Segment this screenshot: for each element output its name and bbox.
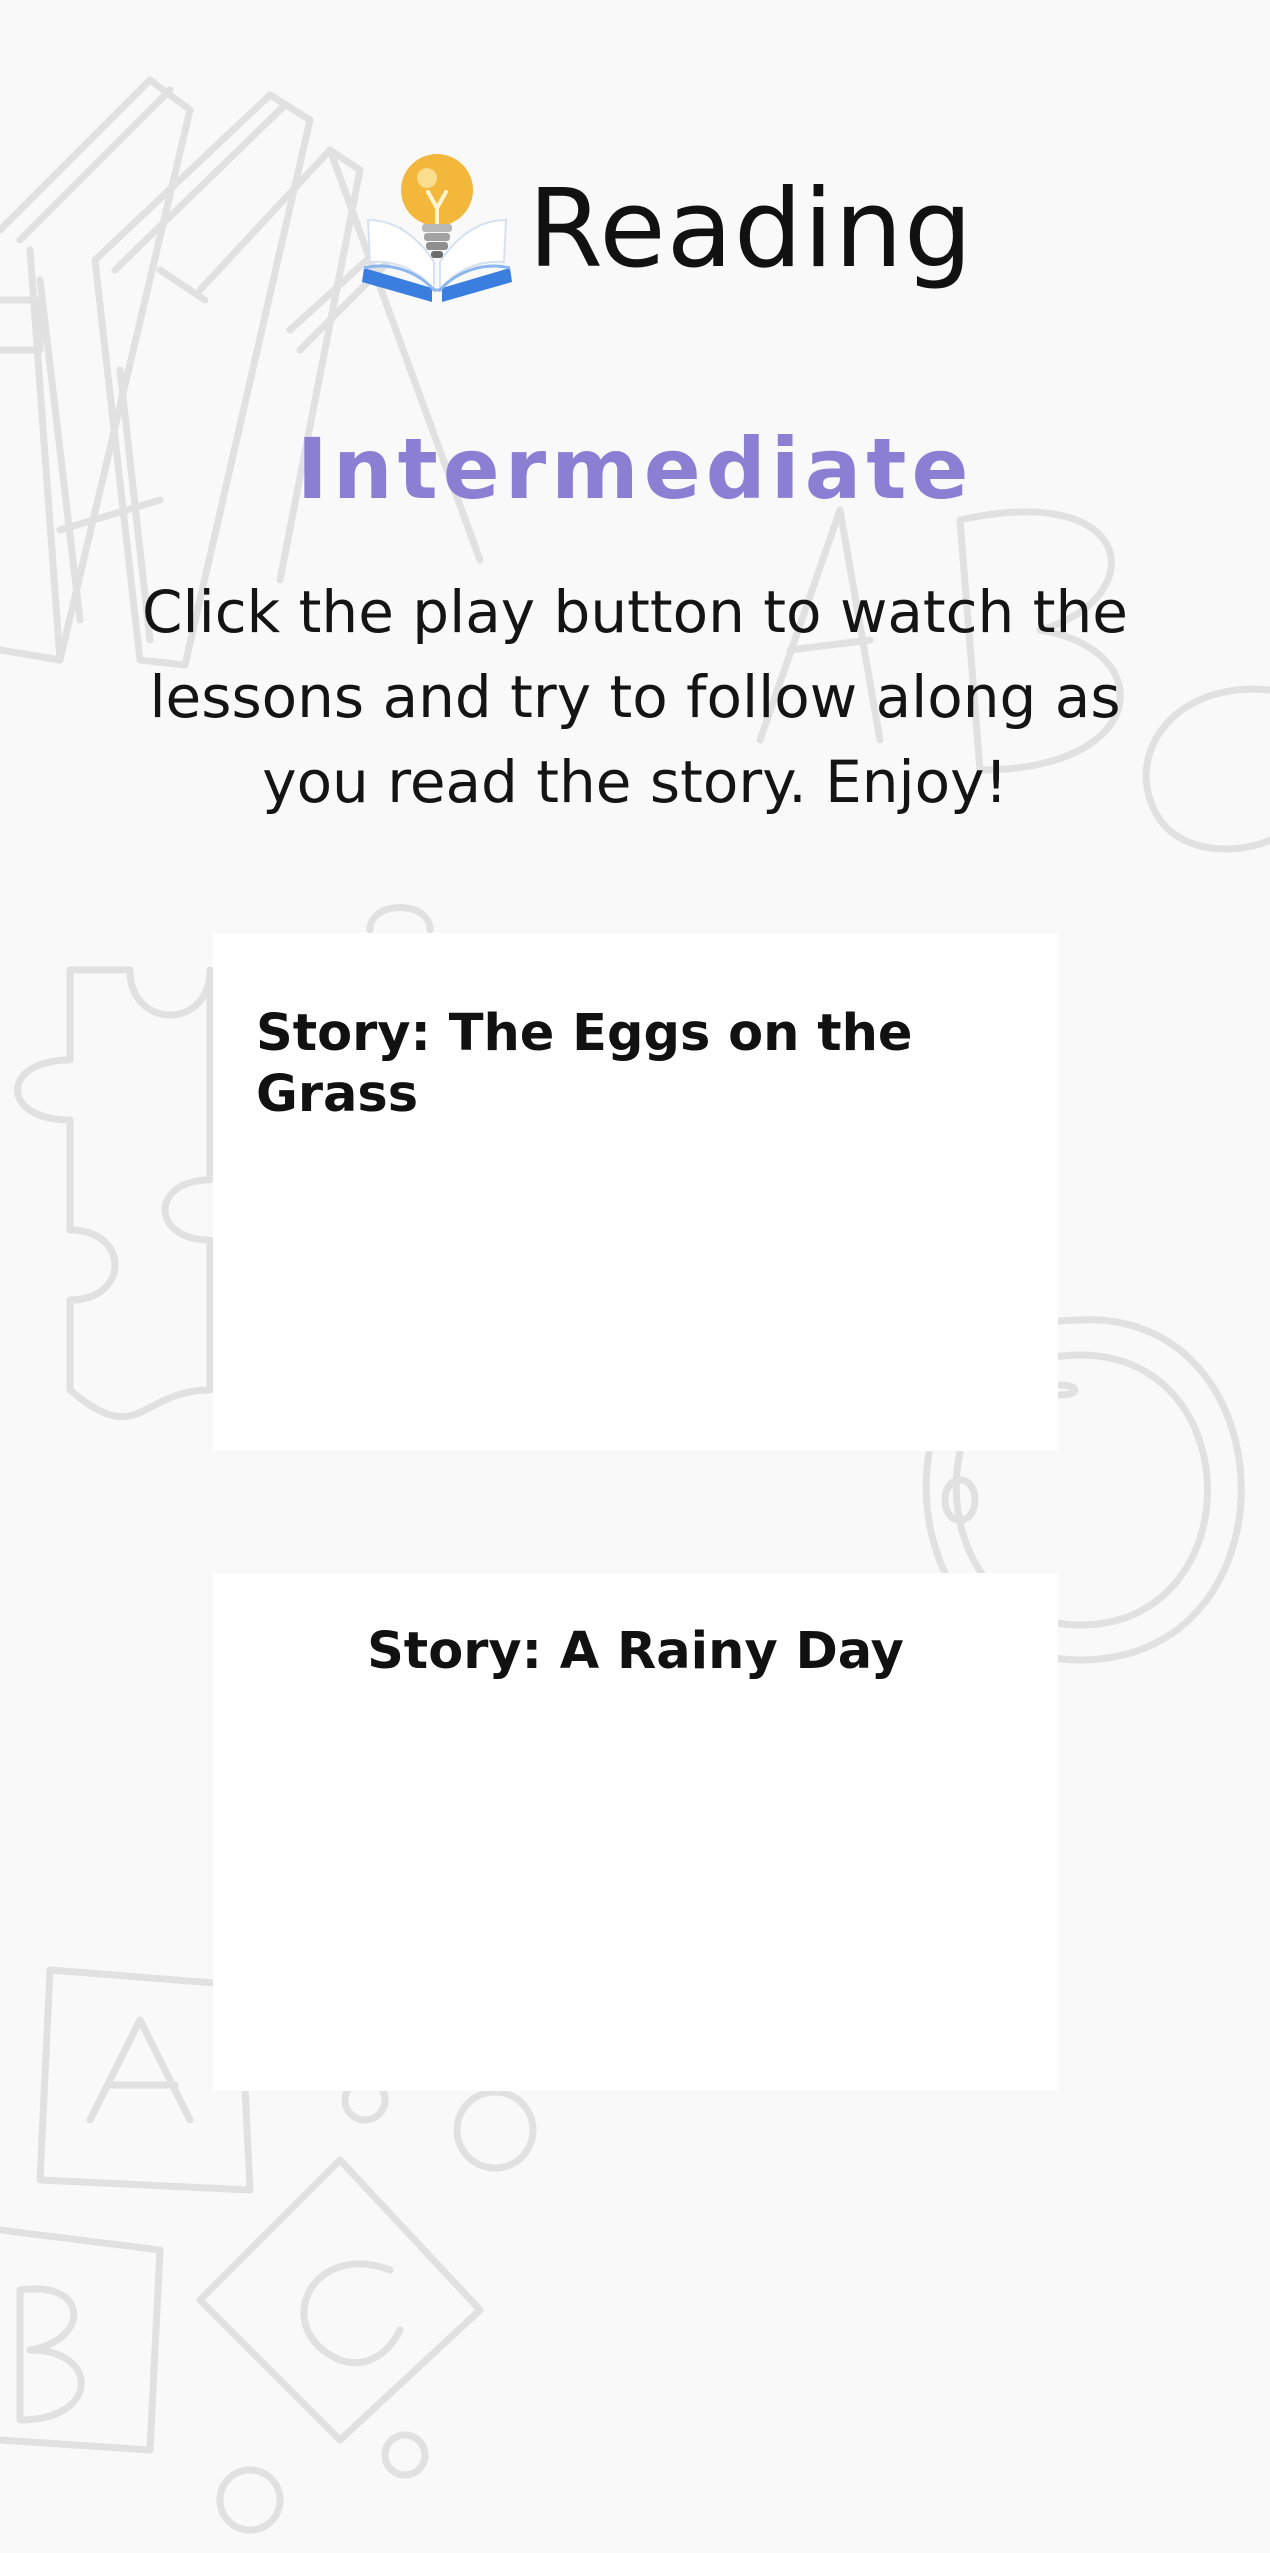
level-heading: Intermediate <box>296 420 974 518</box>
book-lightbulb-icon <box>358 150 516 310</box>
instructions-text: Click the play button to watch the lesso… <box>142 578 1128 816</box>
story-title: Story: The Eggs on the Grass <box>256 1004 913 1125</box>
story-card-rainy-day[interactable]: Story: A Rainy Day <box>213 1573 1058 2091</box>
page: Reading Intermediate Click the play butt… <box>0 0 1270 2553</box>
story-title: Story: A Rainy Day <box>367 1622 904 1681</box>
header: Reading <box>0 150 1270 320</box>
page-title: Reading <box>528 167 974 292</box>
story-card-eggs-on-the-grass[interactable]: Story: The Eggs on the Grass <box>213 933 1058 1451</box>
